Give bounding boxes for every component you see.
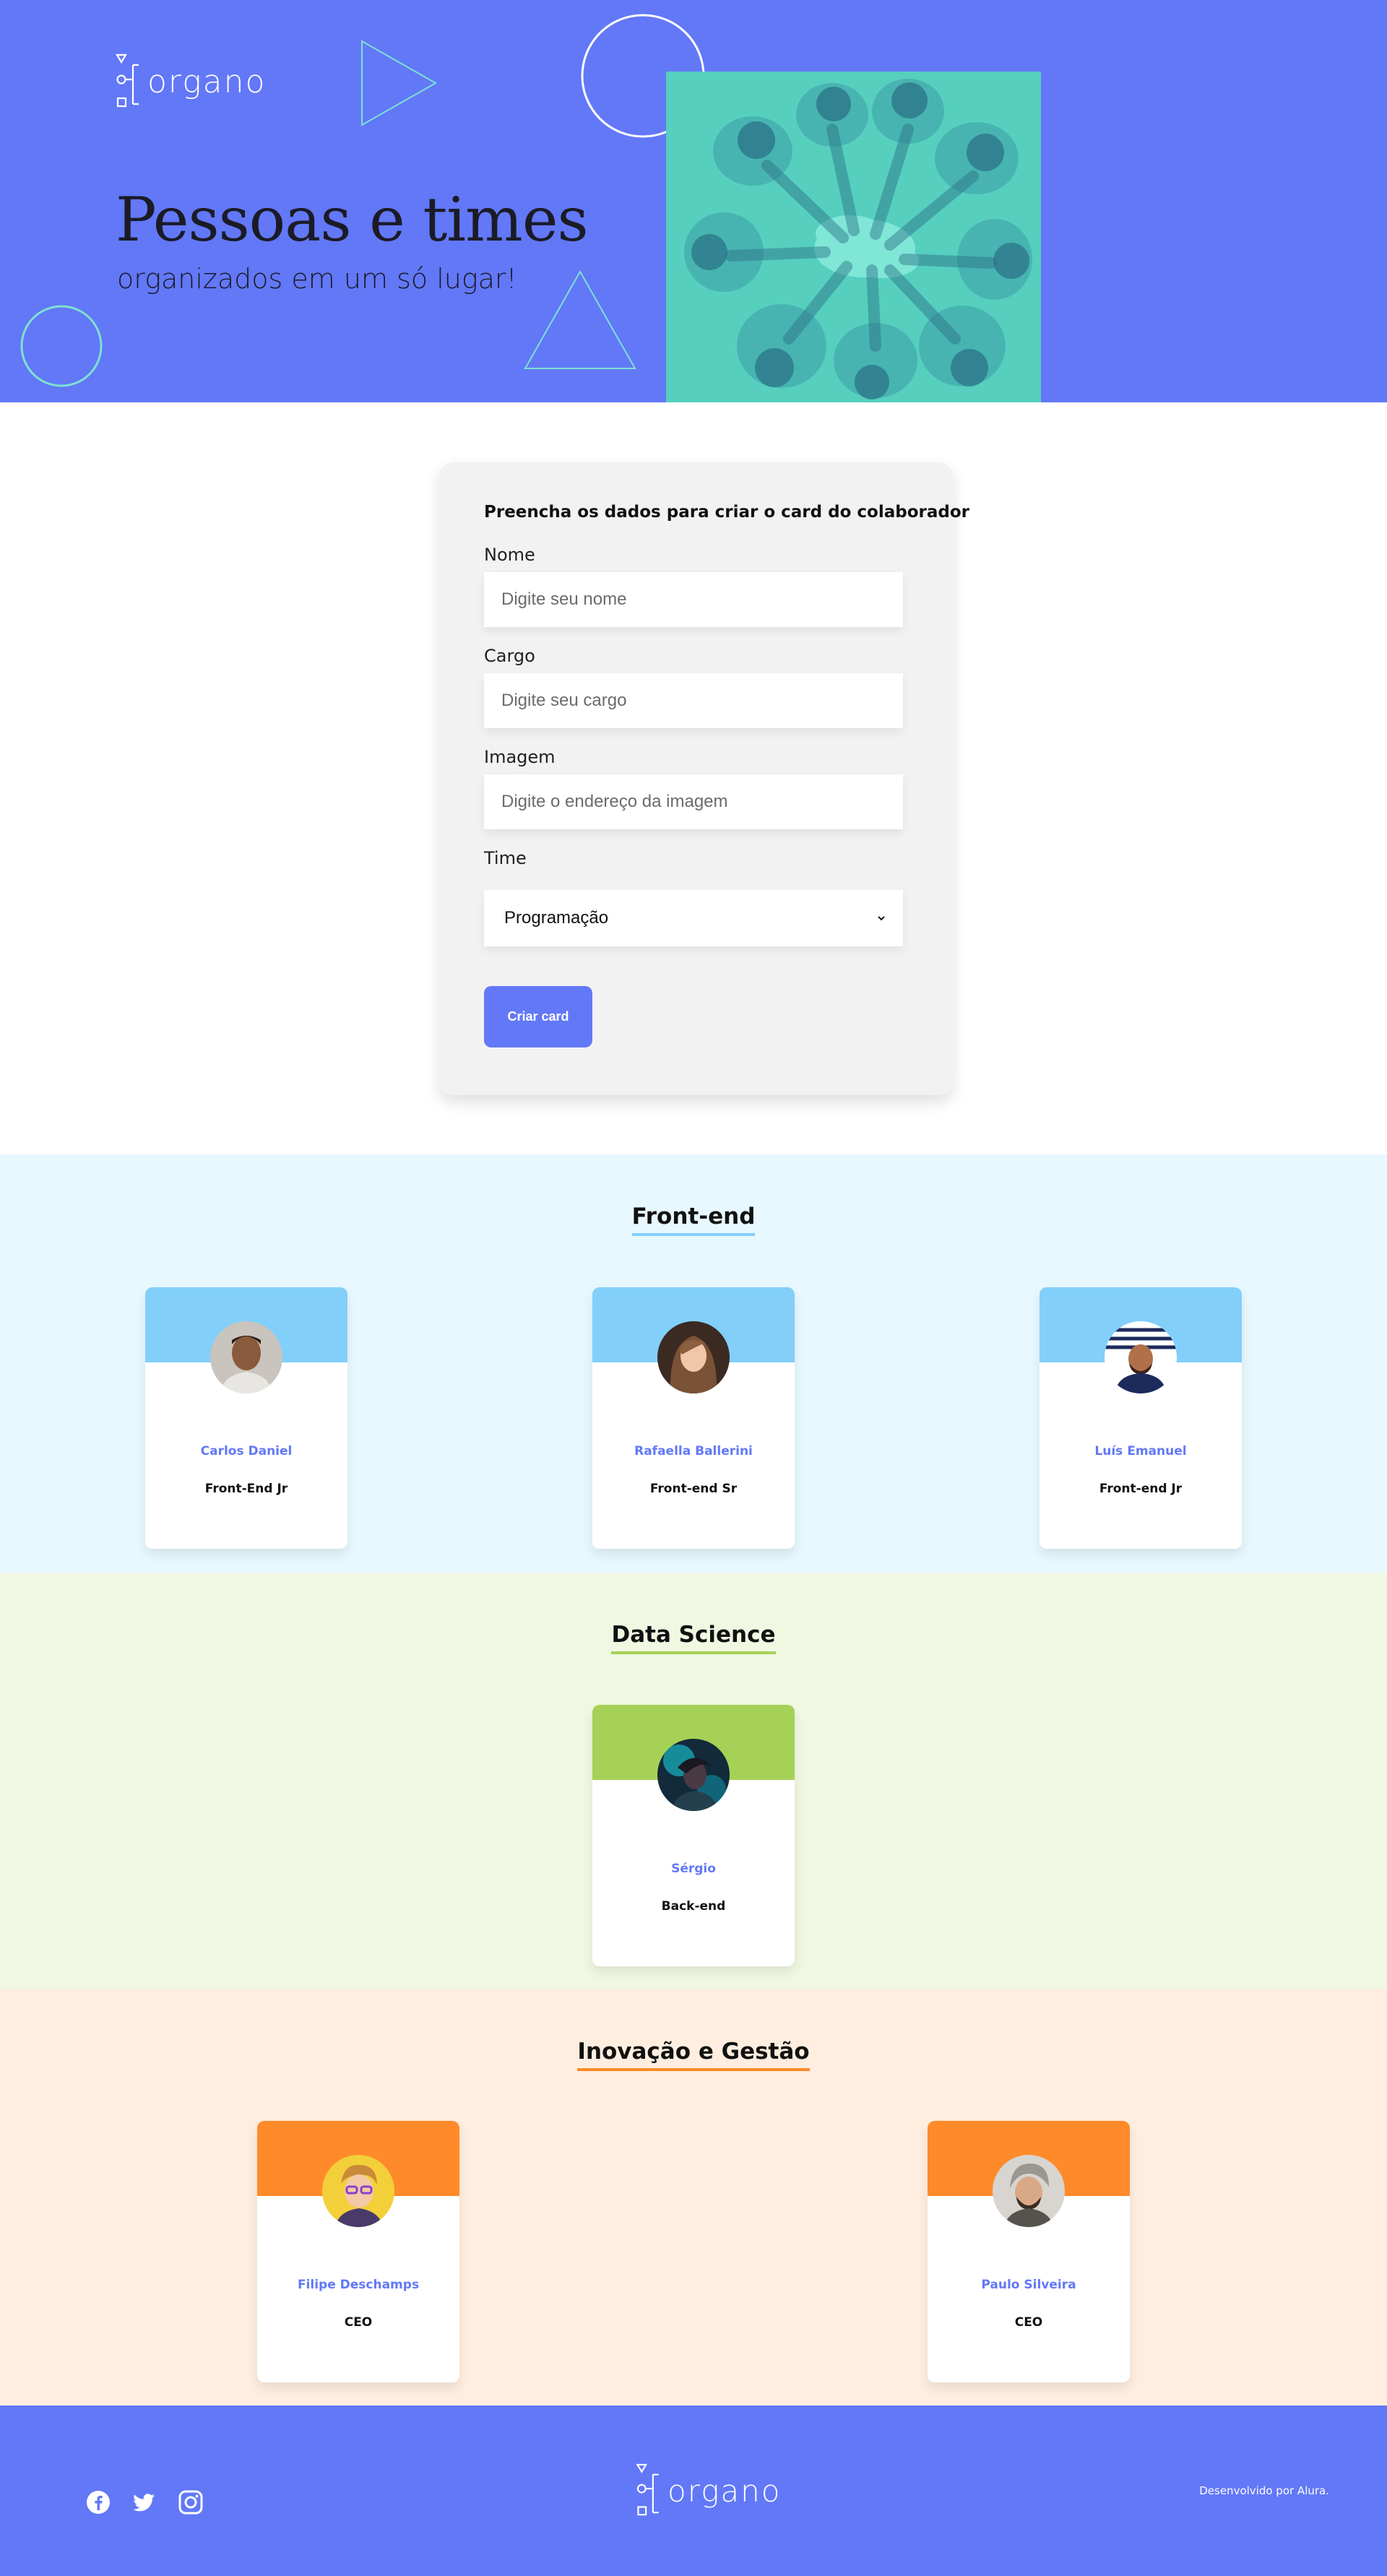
logo[interactable]: organo xyxy=(116,53,266,110)
organo-logo-icon xyxy=(636,2463,659,2516)
hero-team-photo xyxy=(666,72,1041,402)
organo-logo-icon xyxy=(116,53,139,108)
footer-credit: Desenvolvido por Alura. xyxy=(1199,2484,1329,2497)
name-label: Nome xyxy=(484,545,535,565)
team-section-front-end: Front-end Carlos Daniel Front-End Jr Raf… xyxy=(0,1154,1387,1573)
member-role: Front-end Sr xyxy=(649,1482,738,1496)
facebook-icon[interactable] xyxy=(86,2490,111,2515)
member-name: Carlos Daniel xyxy=(200,1444,293,1458)
team-title: Data Science xyxy=(611,1622,776,1654)
avatar xyxy=(657,1739,730,1811)
member-name: Rafaella Ballerini xyxy=(634,1444,753,1458)
collaborator-card: Rafaella Ballerini Front-end Sr xyxy=(592,1287,795,1549)
avatar xyxy=(657,1321,730,1393)
collaborator-card: Sérgio Back-end xyxy=(592,1705,795,1966)
collaborator-form: Preencha os dados para criar o card do c… xyxy=(439,462,969,1095)
twitter-icon[interactable] xyxy=(131,2490,156,2515)
hero-title: Pessoas e times xyxy=(116,184,589,255)
team-hands-illustration xyxy=(666,72,1041,402)
member-role: CEO xyxy=(344,2315,373,2330)
collaborator-card: Paulo Silveira CEO xyxy=(928,2121,1130,2382)
role-input[interactable] xyxy=(484,673,903,728)
triangle-outline-decoration xyxy=(361,40,438,126)
member-role: Front-End Jr xyxy=(204,1482,288,1496)
team-title: Front-end xyxy=(631,1203,756,1236)
collaborator-card: Carlos Daniel Front-End Jr xyxy=(145,1287,347,1549)
team-select[interactable]: Programação xyxy=(484,890,903,946)
chevron-down-icon xyxy=(878,916,885,921)
image-url-input[interactable] xyxy=(484,774,903,829)
avatar xyxy=(1105,1321,1177,1393)
name-input[interactable] xyxy=(484,572,903,627)
instagram-icon[interactable] xyxy=(178,2490,203,2515)
team-select-value: Programação xyxy=(504,908,609,928)
member-role: Back-end xyxy=(661,1899,726,1914)
member-name: Luís Emanuel xyxy=(1094,1444,1187,1458)
team-section-innovation-management: Inovação e Gestão Filipe Deschamps CEO P… xyxy=(0,1989,1387,2406)
triangle-outline-decoration xyxy=(524,269,636,369)
role-label: Cargo xyxy=(484,646,535,666)
member-name: Paulo Silveira xyxy=(981,2278,1076,2292)
member-name: Sérgio xyxy=(671,1862,716,1876)
form-heading: Preencha os dados para criar o card do c… xyxy=(484,503,969,522)
logo-text: organo xyxy=(147,63,267,100)
member-name: Filipe Deschamps xyxy=(297,2278,420,2292)
member-role: Front-end Jr xyxy=(1099,1482,1183,1496)
avatar xyxy=(210,1321,282,1393)
team-section-data-science: Data Science Sérgio Back-end xyxy=(0,1573,1387,1989)
member-role: CEO xyxy=(1014,2315,1043,2330)
create-card-button[interactable]: Criar card xyxy=(484,986,592,1047)
avatar xyxy=(322,2155,394,2227)
team-label: Time xyxy=(484,848,527,868)
hero-banner: organo Pessoas e times organizados em um… xyxy=(0,0,1387,402)
collaborator-card: Filipe Deschamps CEO xyxy=(257,2121,459,2382)
team-title: Inovação e Gestão xyxy=(577,2039,810,2071)
avatar xyxy=(993,2155,1065,2227)
image-label: Imagem xyxy=(484,747,556,767)
logo-text: organo xyxy=(667,2473,782,2509)
collaborator-card: Luís Emanuel Front-end Jr xyxy=(1040,1287,1242,1549)
circle-outline-decoration xyxy=(20,305,103,387)
footer-logo[interactable]: organo xyxy=(636,2463,781,2518)
hero-subtitle: organizados em um só lugar! xyxy=(117,263,517,295)
